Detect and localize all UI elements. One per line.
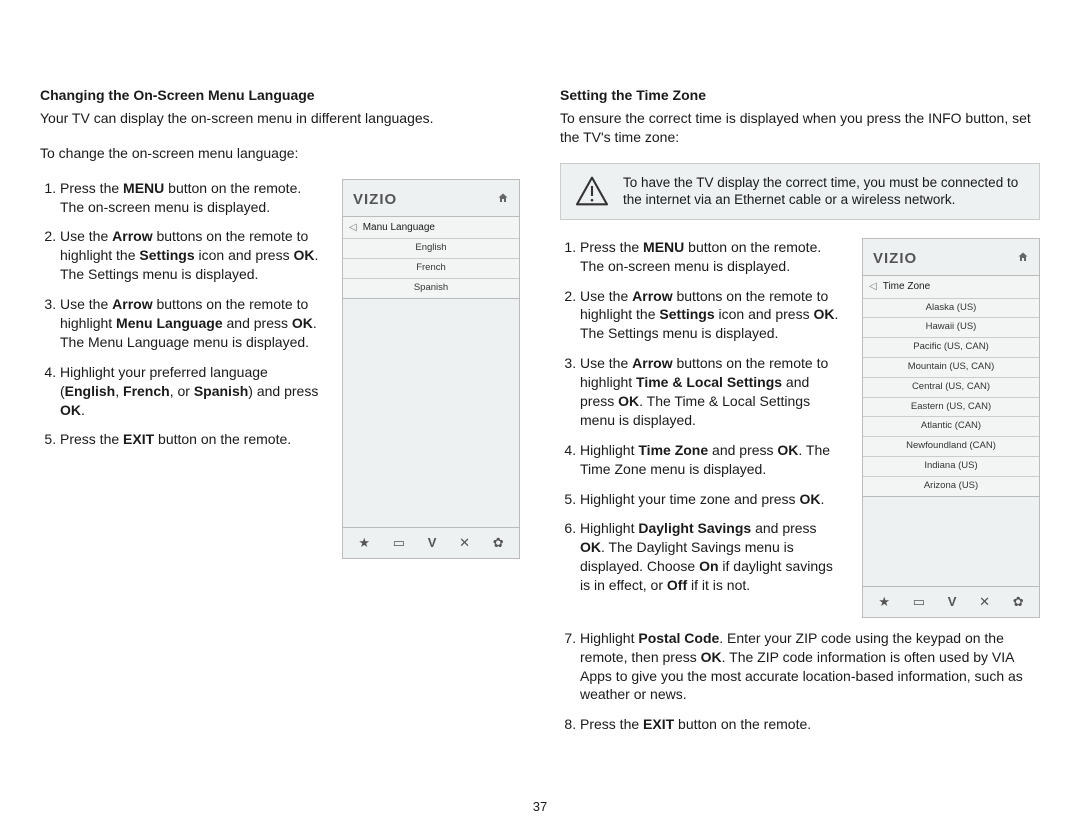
page-number: 37 — [0, 798, 1080, 816]
back-icon: ◁ — [869, 280, 877, 294]
left-steps: Press the MENU button on the remote. The… — [40, 179, 324, 450]
screenshot-time-zone: VIZIO ◁ Time Zone Alaska (US)Hawaii (US)… — [862, 238, 1040, 618]
menu-row: Eastern (US, CAN) — [863, 398, 1039, 418]
home-icon — [1017, 251, 1029, 267]
left-intro: Your TV can display the on-screen menu i… — [40, 109, 520, 128]
menu-row: French — [343, 259, 519, 279]
list-item: Highlight your preferred language (Engli… — [60, 363, 324, 420]
box-icon: ▭ — [393, 534, 405, 552]
list-item: Highlight Daylight Savings and press OK.… — [580, 519, 844, 595]
brand-logo: VIZIO — [873, 249, 917, 269]
list-item: Press the EXIT button on the remote. — [580, 715, 1040, 734]
list-item: Use the Arrow buttons on the remote to h… — [580, 287, 844, 344]
v-icon: V — [428, 534, 437, 552]
list-item: Use the Arrow buttons on the remote to h… — [60, 295, 324, 352]
star-icon: ★ — [878, 593, 890, 611]
menu-title-row: ◁ Time Zone — [863, 276, 1039, 299]
list-item: Use the Arrow buttons on the remote to h… — [580, 354, 844, 430]
back-icon: ◁ — [349, 221, 357, 235]
v-icon: V — [948, 593, 957, 611]
list-item: Highlight Postal Code. Enter your ZIP co… — [580, 629, 1040, 705]
menu-row: Hawaii (US) — [863, 318, 1039, 338]
left-heading: Changing the On-Screen Menu Language — [40, 86, 520, 105]
left-column: Changing the On-Screen Menu Language You… — [40, 86, 520, 745]
menu-row: Central (US, CAN) — [863, 378, 1039, 398]
gear-icon: ✿ — [1013, 593, 1024, 611]
menu-row: Pacific (US, CAN) — [863, 338, 1039, 358]
menu-row: Alaska (US) — [863, 299, 1039, 319]
screenshot-menu-language: VIZIO ◁ Manu Language EnglishFrenchSpani… — [342, 179, 520, 559]
list-item: Highlight your time zone and press OK. — [580, 490, 844, 509]
gear-icon: ✿ — [493, 534, 504, 552]
menu-row: Atlantic (CAN) — [863, 417, 1039, 437]
menu-title: Time Zone — [883, 280, 930, 294]
warning-box: To have the TV display the correct time,… — [560, 163, 1040, 220]
left-lead: To change the on-screen menu language: — [40, 144, 520, 163]
list-item: Press the EXIT button on the remote. — [60, 430, 324, 449]
screenshot-footer: ★ ▭ V ✕ ✿ — [863, 586, 1039, 617]
list-item: Highlight Time Zone and press OK. The Ti… — [580, 441, 844, 479]
menu-rows: EnglishFrenchSpanish — [343, 239, 519, 297]
list-item: Use the Arrow buttons on the remote to h… — [60, 227, 324, 284]
star-icon: ★ — [358, 534, 370, 552]
close-icon: ✕ — [979, 593, 990, 611]
right-column: Setting the Time Zone To ensure the corr… — [560, 86, 1040, 745]
box-icon: ▭ — [913, 593, 925, 611]
right-heading: Setting the Time Zone — [560, 86, 1040, 105]
menu-row: Spanish — [343, 279, 519, 298]
warning-text: To have the TV display the correct time,… — [623, 174, 1025, 209]
brand-logo: VIZIO — [353, 190, 397, 210]
right-post-steps: Highlight Postal Code. Enter your ZIP co… — [560, 629, 1040, 734]
menu-title: Manu Language — [363, 221, 435, 235]
warning-icon — [575, 176, 609, 206]
screenshot-footer: ★ ▭ V ✕ ✿ — [343, 527, 519, 558]
right-intro: To ensure the correct time is displayed … — [560, 109, 1040, 147]
menu-row: Mountain (US, CAN) — [863, 358, 1039, 378]
list-item: Press the MENU button on the remote. The… — [60, 179, 324, 217]
home-icon — [497, 192, 509, 208]
menu-row: Arizona (US) — [863, 477, 1039, 496]
menu-row: English — [343, 239, 519, 259]
menu-title-row: ◁ Manu Language — [343, 217, 519, 240]
list-item: Press the MENU button on the remote. The… — [580, 238, 844, 276]
menu-rows: Alaska (US)Hawaii (US)Pacific (US, CAN)M… — [863, 299, 1039, 496]
menu-row: Indiana (US) — [863, 457, 1039, 477]
right-steps: Press the MENU button on the remote. The… — [560, 238, 844, 595]
close-icon: ✕ — [459, 534, 470, 552]
menu-row: Newfoundland (CAN) — [863, 437, 1039, 457]
